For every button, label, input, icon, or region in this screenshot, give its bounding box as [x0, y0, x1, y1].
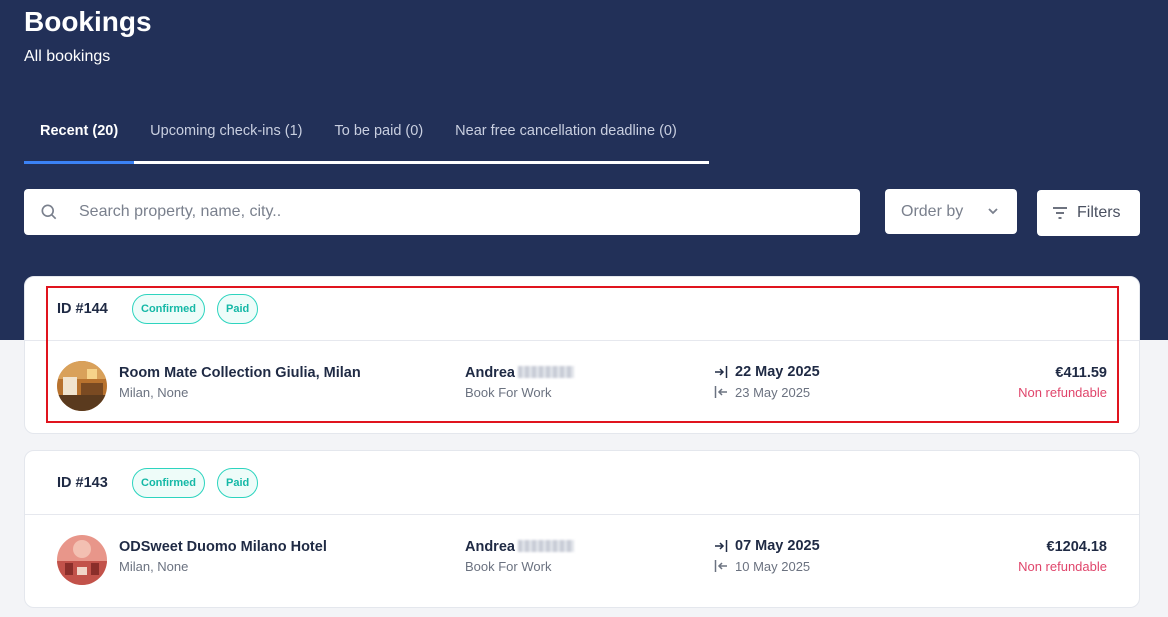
refund-policy: Non refundable [1018, 559, 1107, 574]
property-image [57, 535, 107, 585]
order-by-dropdown[interactable]: Order by [885, 189, 1017, 234]
order-by-label: Order by [901, 202, 964, 220]
search-box [24, 189, 860, 235]
payment-badge: Paid [217, 293, 259, 324]
checkout-date: 23 May 2025 [713, 384, 810, 400]
filters-label: Filters [1077, 204, 1121, 221]
redacted-surname [517, 366, 574, 378]
chevron-down-icon [988, 208, 998, 215]
checkout-icon [714, 386, 727, 398]
filters-button[interactable]: Filters [1037, 190, 1140, 236]
property-location: Milan, None [119, 385, 189, 400]
booking-price: €1204.18 [1046, 539, 1107, 555]
tab-near-free-cancellation[interactable]: Near free cancellation deadline (0) [439, 110, 693, 161]
booking-card-header: ID #144 Confirmed Paid [25, 277, 1139, 341]
redacted-surname [517, 540, 574, 552]
property-name: ODSweet Duomo Milano Hotel [119, 539, 327, 555]
checkin-icon [715, 540, 728, 552]
checkout-icon [714, 560, 727, 572]
booking-card-header: ID #143 Confirmed Paid [25, 451, 1139, 515]
guest-company: Book For Work [465, 559, 552, 574]
booking-id: ID #143 [57, 474, 108, 491]
guest-name: Andrea [465, 365, 574, 381]
booking-card[interactable]: ID #143 Confirmed Paid ODSweet Duomo Mil… [24, 450, 1140, 608]
booking-price: €411.59 [1055, 365, 1107, 381]
search-input[interactable] [79, 203, 819, 221]
page-title: Bookings [24, 6, 152, 37]
tab-upcoming-check-ins[interactable]: Upcoming check-ins (1) [134, 110, 318, 161]
checkin-icon [715, 366, 728, 378]
payment-badge: Paid [217, 467, 259, 498]
property-location: Milan, None [119, 559, 189, 574]
tab-to-be-paid[interactable]: To be paid (0) [318, 110, 439, 161]
refund-policy: Non refundable [1018, 385, 1107, 400]
booking-id: ID #144 [57, 300, 108, 317]
filter-icon [1053, 207, 1067, 219]
status-badge: Confirmed [132, 293, 205, 324]
booking-tabs: Recent (20) Upcoming check-ins (1) To be… [24, 110, 709, 164]
checkin-date: 07 May 2025 [713, 538, 820, 554]
search-icon [41, 204, 57, 220]
booking-card[interactable]: ID #144 Confirmed Paid Room Mate Collect… [24, 276, 1140, 434]
property-name: Room Mate Collection Giulia, Milan [119, 365, 361, 381]
guest-name: Andrea [465, 539, 574, 555]
page-subtitle: All bookings [24, 48, 111, 65]
checkin-date: 22 May 2025 [713, 364, 820, 380]
tab-recent[interactable]: Recent (20) [24, 110, 135, 164]
status-badge: Confirmed [132, 467, 205, 498]
guest-company: Book For Work [465, 385, 552, 400]
checkout-date: 10 May 2025 [713, 558, 810, 574]
property-image [57, 361, 107, 411]
